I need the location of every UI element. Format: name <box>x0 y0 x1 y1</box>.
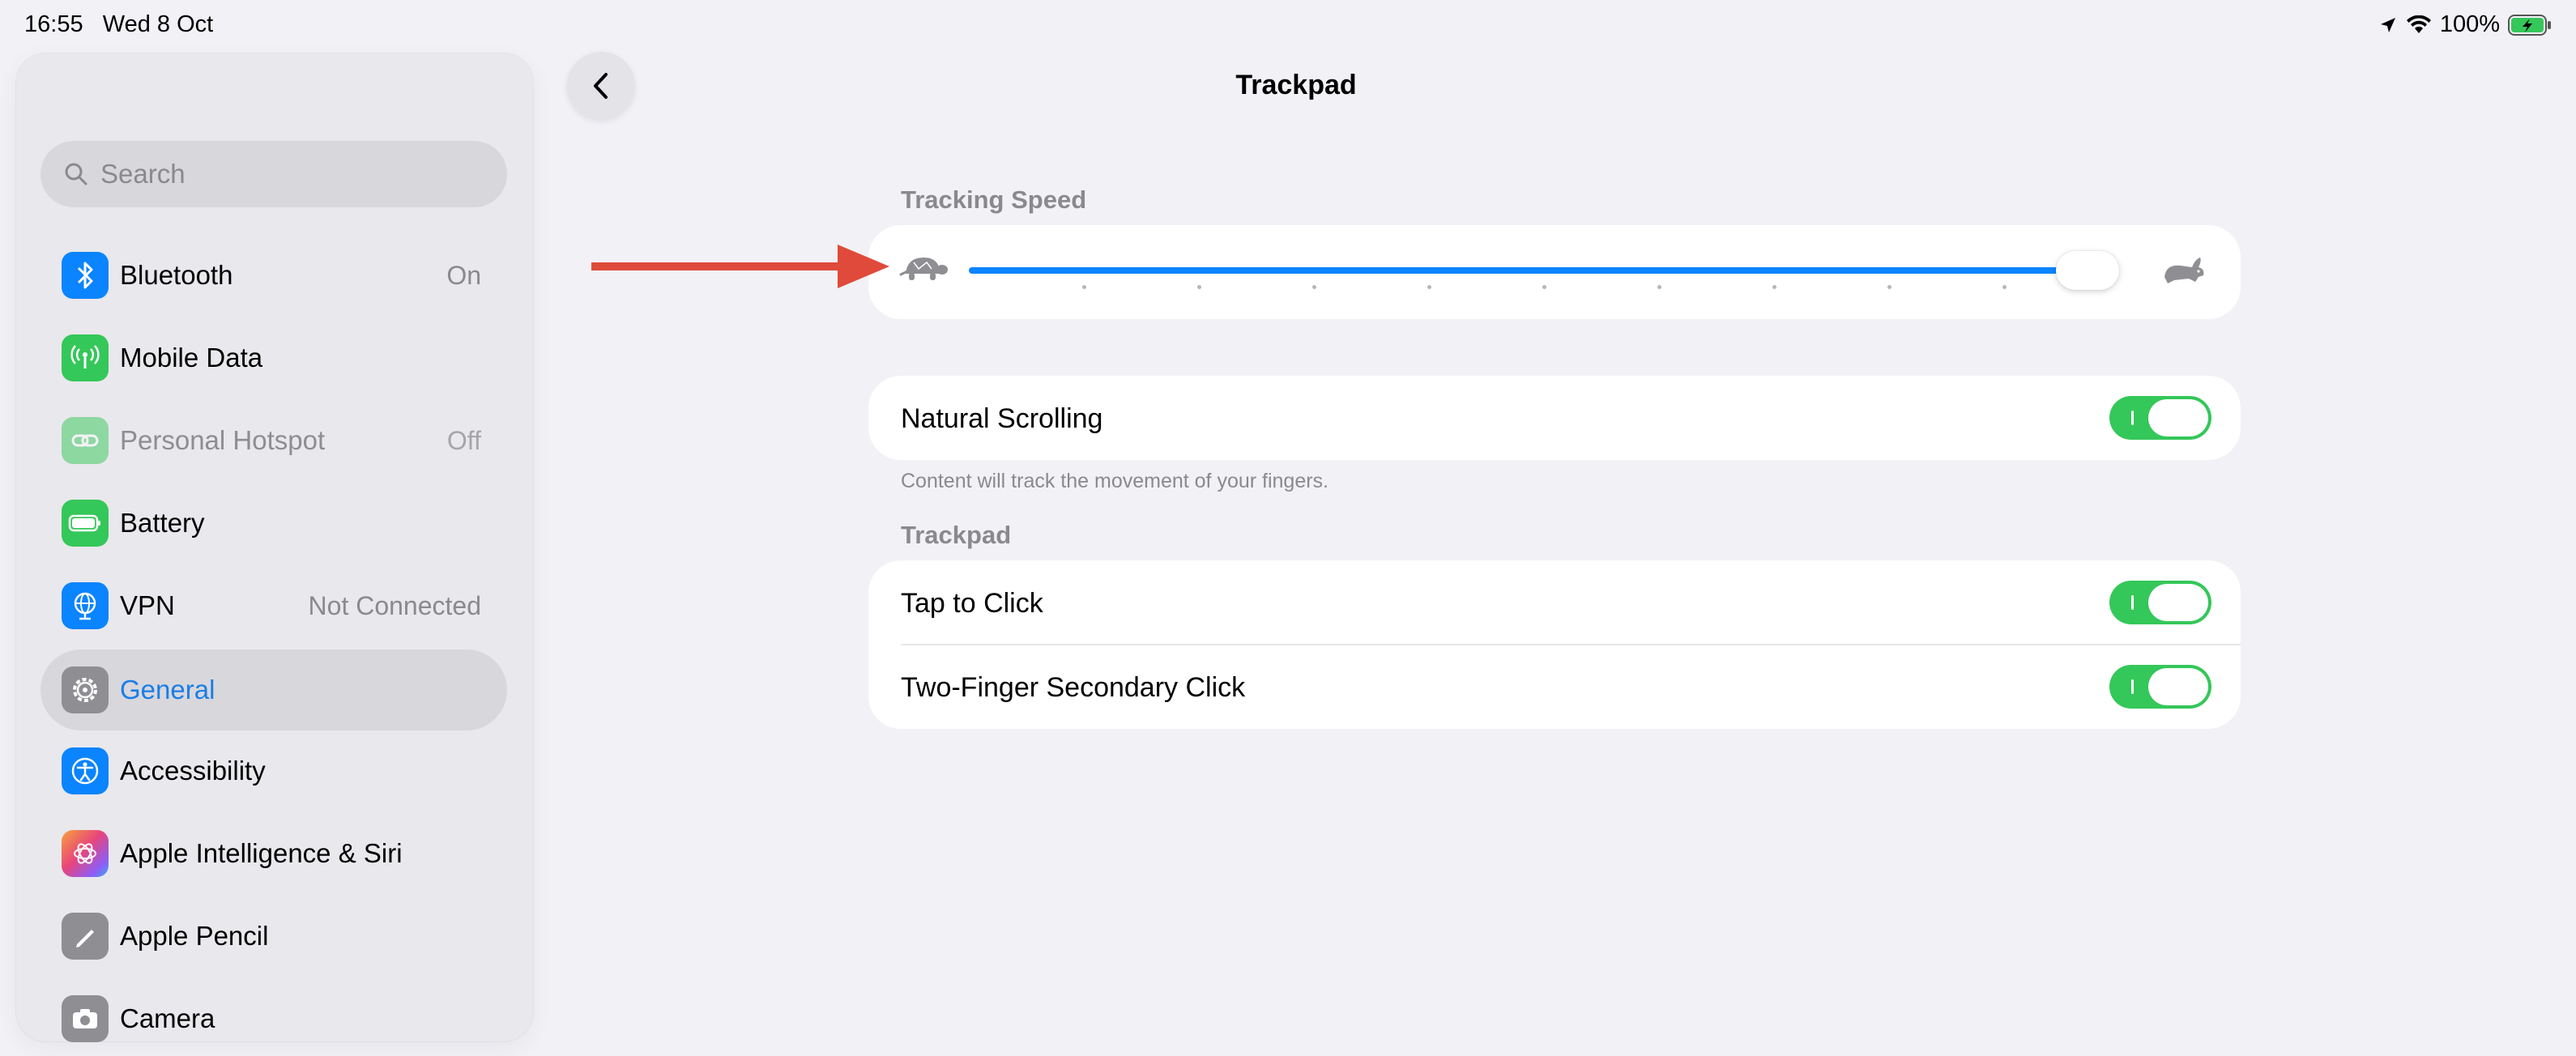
sidebar-item-label: Accessibility <box>120 756 266 786</box>
tracking-speed-card <box>868 225 2241 319</box>
tracking-speed-slider[interactable] <box>2056 251 2119 290</box>
two-finger-secondary-click-toggle[interactable] <box>2109 665 2211 709</box>
slider-tick <box>1772 285 1776 289</box>
battery-charging-icon <box>2508 14 2551 36</box>
search-placeholder: Search <box>100 159 186 189</box>
chevron-left-icon <box>594 73 608 99</box>
sidebar-item-accessibility[interactable]: Accessibility <box>41 734 507 808</box>
bluetooth-icon <box>62 252 109 299</box>
slider-tick <box>1427 285 1431 289</box>
annotation-arrow <box>591 245 889 288</box>
pencil-icon <box>62 913 109 960</box>
sidebar-item-value: Off <box>446 425 481 455</box>
sidebar-item-personal-hotspot[interactable]: Personal Hotspot Off <box>41 403 507 478</box>
sidebar-item-label: Bluetooth <box>120 260 233 290</box>
sidebar-item-label: Apple Pencil <box>120 921 269 951</box>
sidebar: Search Bluetooth On Mobile Data Personal… <box>16 53 533 1042</box>
trackpad-section-header: Trackpad <box>901 521 1012 549</box>
sidebar-item-label: Apple Intelligence & Siri <box>120 838 403 868</box>
camera-icon <box>62 995 109 1042</box>
sidebar-item-label: General <box>120 675 215 705</box>
time-label: 16:55 <box>24 11 83 37</box>
slider-tick <box>1312 285 1316 289</box>
natural-scrolling-toggle[interactable] <box>2109 396 2211 440</box>
sidebar-item-bluetooth[interactable]: Bluetooth On <box>41 238 507 313</box>
two-finger-secondary-click-label: Two-Finger Secondary Click <box>901 672 1246 703</box>
antenna-icon <box>62 334 109 381</box>
battery-icon <box>62 500 109 547</box>
slider-tick <box>1082 285 1086 289</box>
page-title: Trackpad <box>1235 70 1357 100</box>
slider-fill <box>969 267 2096 274</box>
date-label: Wed 8 Oct <box>102 11 214 37</box>
status-bar-right: 100% <box>2378 11 2552 38</box>
sidebar-item-label: VPN <box>120 590 175 620</box>
tap-to-click-row[interactable]: Tap to Click <box>868 560 2241 645</box>
sidebar-item-general[interactable]: General <box>41 649 507 730</box>
sidebar-item-label: Mobile Data <box>120 343 263 373</box>
accessibility-icon <box>62 747 109 794</box>
sidebar-item-apple-intelligence-siri[interactable]: Apple Intelligence & Siri <box>41 816 507 891</box>
turtle-icon <box>899 258 948 280</box>
sidebar-item-label: Personal Hotspot <box>120 425 326 455</box>
two-finger-secondary-click-row[interactable]: Two-Finger Secondary Click <box>868 645 2241 729</box>
globe-icon <box>62 582 109 629</box>
sidebar-item-vpn[interactable]: VPN Not Connected <box>41 568 507 643</box>
sidebar-item-value: Not Connected <box>308 590 481 620</box>
sidebar-item-battery[interactable]: Battery <box>41 486 507 560</box>
rabbit-icon <box>2164 258 2204 283</box>
sidebar-item-value: On <box>446 260 481 290</box>
slider-tick <box>1657 285 1661 289</box>
natural-scrolling-row[interactable]: Natural Scrolling <box>868 376 2241 460</box>
back-button[interactable] <box>567 52 635 120</box>
status-bar-time: 16:55 Wed 8 Oct <box>24 11 213 38</box>
link-icon <box>62 417 109 464</box>
slider-tick <box>1542 285 1546 289</box>
trackpad-card: Tap to Click Two-Finger Secondary Click <box>868 560 2241 729</box>
search-icon <box>65 163 87 185</box>
gear-icon <box>62 666 109 713</box>
siri-icon <box>62 830 109 877</box>
tracking-speed-header: Tracking Speed <box>901 185 1087 214</box>
natural-scrolling-label: Natural Scrolling <box>901 403 1103 434</box>
slider-tick <box>1887 285 1891 289</box>
location-icon <box>2380 17 2395 32</box>
sidebar-item-label: Camera <box>120 1003 215 1033</box>
battery-percentage: 100% <box>2439 11 2500 37</box>
tap-to-click-label: Tap to Click <box>901 588 1043 619</box>
sidebar-item-label: Battery <box>120 508 205 538</box>
search-input[interactable]: Search <box>41 141 507 207</box>
slider-tick <box>1197 285 1201 289</box>
natural-scrolling-footnote: Content will track the movement of your … <box>901 470 1329 492</box>
slider-tick <box>2002 285 2007 289</box>
sidebar-item-camera[interactable]: Camera <box>41 981 507 1056</box>
sidebar-item-apple-pencil[interactable]: Apple Pencil <box>41 899 507 973</box>
sidebar-item-mobile-data[interactable]: Mobile Data <box>41 321 507 395</box>
wifi-icon <box>2406 15 2431 33</box>
tap-to-click-toggle[interactable] <box>2109 581 2211 624</box>
